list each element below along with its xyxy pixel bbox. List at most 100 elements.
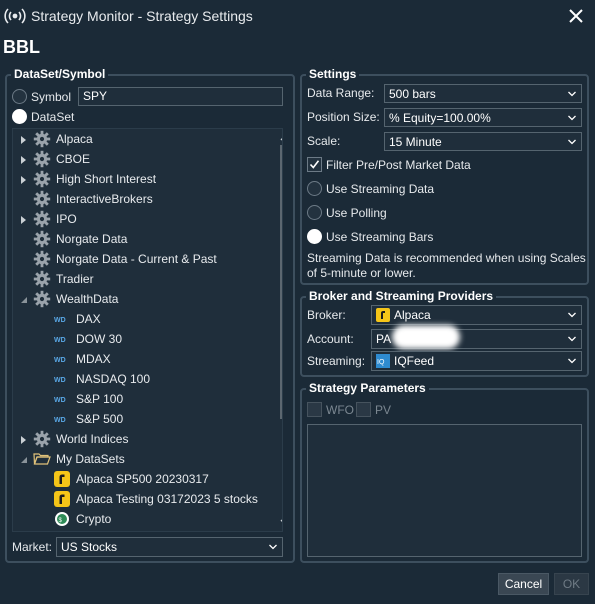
tree-item[interactable]: WD MDAX bbox=[13, 349, 265, 369]
use-streaming-data-radio[interactable] bbox=[307, 181, 322, 196]
svg-text:IQ: IQ bbox=[377, 359, 385, 366]
chevron-down-icon bbox=[568, 139, 576, 145]
streaming-note-line1: Streaming Data is recommended when using… bbox=[307, 251, 586, 265]
close-button[interactable] bbox=[562, 2, 590, 30]
tree-item-label: WealthData bbox=[56, 292, 119, 306]
market-select[interactable]: US Stocks bbox=[56, 537, 283, 557]
tree-item-label: World Indices bbox=[56, 432, 129, 446]
dataset-tree[interactable]: Alpaca CBOE High Short Interest Interactive… bbox=[12, 128, 283, 532]
chevron-down-icon bbox=[269, 544, 277, 550]
tree-item-label: Tradier bbox=[56, 272, 94, 286]
pv-checkbox[interactable] bbox=[356, 402, 371, 417]
tree-item[interactable]: High Short Interest bbox=[13, 169, 265, 189]
position-size-select[interactable]: % Equity=100.00% bbox=[384, 108, 582, 127]
iqfeed-icon: IQ bbox=[376, 354, 390, 368]
tree-item[interactable]: Alpaca SP500 20230317 bbox=[13, 469, 265, 489]
data-range-select[interactable]: 500 bars bbox=[384, 84, 582, 103]
market-value: US Stocks bbox=[61, 540, 118, 554]
tree-item-label: Crypto bbox=[76, 512, 112, 526]
account-value: PA bbox=[376, 332, 392, 346]
tree-item[interactable]: CBOE bbox=[13, 149, 265, 169]
market-label: Market: bbox=[12, 540, 53, 554]
gear-icon bbox=[33, 250, 51, 268]
chevron-down-icon bbox=[568, 336, 576, 342]
svg-text:WD: WD bbox=[54, 397, 66, 404]
tree-item[interactable]: World Indices bbox=[13, 429, 265, 449]
symbol-radio-label[interactable]: Symbol bbox=[31, 90, 71, 104]
symbol-radio[interactable] bbox=[12, 89, 27, 104]
tree-item[interactable]: Tradier bbox=[13, 269, 265, 289]
wealthdata-icon: WD bbox=[53, 330, 71, 348]
broker-value: Alpaca bbox=[394, 308, 431, 322]
streaming-provider-value: IQFeed bbox=[394, 354, 435, 368]
folder-open-icon bbox=[33, 450, 51, 468]
tree-item[interactable]: $ Crypto bbox=[13, 509, 265, 529]
gear-icon bbox=[33, 150, 51, 168]
streaming-provider-select[interactable]: IQ IQFeed bbox=[371, 351, 582, 371]
tree-item[interactable]: Norgate Data - Current & Past bbox=[13, 249, 265, 269]
ok-button[interactable]: OK bbox=[554, 573, 589, 595]
tree-item-label: Norgate Data bbox=[56, 232, 128, 246]
position-size-label: Position Size: bbox=[307, 110, 380, 124]
use-streaming-bars-label[interactable]: Use Streaming Bars bbox=[326, 230, 433, 244]
scroll-thumb[interactable] bbox=[280, 145, 282, 419]
tree-item-label: Alpaca SP500 20230317 bbox=[76, 472, 209, 486]
tree-item[interactable]: WealthData bbox=[13, 289, 265, 309]
tree-item[interactable]: IPO bbox=[13, 209, 265, 229]
tree-item[interactable]: Alpaca bbox=[13, 129, 265, 149]
filter-pre-post-checkbox[interactable] bbox=[307, 157, 322, 172]
expand-arrow-icon[interactable] bbox=[19, 214, 28, 224]
gear-icon bbox=[33, 290, 51, 308]
symbol-input[interactable]: SPY bbox=[78, 87, 283, 106]
tree-item[interactable]: WD S&P 500 bbox=[13, 409, 265, 429]
tree-item-label: S&P 500 bbox=[76, 412, 124, 426]
parameters-panel[interactable] bbox=[307, 424, 582, 557]
tree-item[interactable]: WD DOW 30 bbox=[13, 329, 265, 349]
wfo-checkbox[interactable] bbox=[307, 402, 322, 417]
tree-item-label: S&P 100 bbox=[76, 392, 124, 406]
dataset-radio-label[interactable]: DataSet bbox=[31, 110, 74, 124]
scroll-up-icon[interactable] bbox=[277, 131, 283, 145]
expand-arrow-icon[interactable] bbox=[19, 434, 28, 444]
broker-select[interactable]: Alpaca bbox=[371, 305, 582, 325]
strategy-parameters-group-title: Strategy Parameters bbox=[306, 381, 429, 395]
use-streaming-data-label[interactable]: Use Streaming Data bbox=[326, 182, 434, 196]
gear-icon bbox=[33, 230, 51, 248]
tree-item[interactable]: InteractiveBrokers bbox=[13, 189, 265, 209]
expanded-arrow-icon[interactable] bbox=[19, 454, 28, 464]
wealthdata-icon: WD bbox=[53, 410, 71, 428]
expanded-arrow-icon[interactable] bbox=[19, 294, 28, 304]
pv-label: PV bbox=[375, 403, 392, 417]
tree-item-label: Norgate Data - Current & Past bbox=[56, 252, 217, 266]
chevron-down-icon bbox=[568, 358, 576, 364]
tree-item[interactable]: My DataSets bbox=[13, 449, 265, 469]
tree-item[interactable]: WD S&P 100 bbox=[13, 389, 265, 409]
gear-icon bbox=[33, 270, 51, 288]
tree-scrollbar[interactable] bbox=[277, 129, 283, 531]
tree-item[interactable]: WD DAX bbox=[13, 309, 265, 329]
svg-text:WD: WD bbox=[54, 317, 66, 324]
broadcast-icon bbox=[4, 8, 26, 24]
scale-select[interactable]: 15 Minute bbox=[384, 132, 582, 151]
use-polling-radio[interactable] bbox=[307, 205, 322, 220]
filter-pre-post-label[interactable]: Filter Pre/Post Market Data bbox=[326, 158, 471, 172]
scroll-down-icon[interactable] bbox=[277, 515, 283, 529]
expand-arrow-icon[interactable] bbox=[19, 154, 28, 164]
expand-arrow-icon[interactable] bbox=[19, 174, 28, 184]
crypto-icon: $ bbox=[53, 510, 71, 528]
use-streaming-bars-radio[interactable] bbox=[307, 229, 322, 244]
use-polling-label[interactable]: Use Polling bbox=[326, 206, 387, 220]
cancel-button[interactable]: Cancel bbox=[498, 573, 549, 595]
tree-item[interactable]: Norgate Data bbox=[13, 229, 265, 249]
position-size-value: % Equity=100.00% bbox=[389, 111, 491, 125]
tree-item-label: NASDAQ 100 bbox=[76, 372, 151, 386]
tree-item[interactable]: Alpaca Testing 03172023 5 stocks bbox=[13, 489, 265, 509]
tree-item-label: MDAX bbox=[76, 352, 111, 366]
expand-arrow-icon[interactable] bbox=[19, 134, 28, 144]
wealthdata-icon: WD bbox=[53, 390, 71, 408]
tree-item-label: DAX bbox=[76, 312, 101, 326]
wealthdata-icon: WD bbox=[53, 310, 71, 328]
dataset-radio[interactable] bbox=[12, 109, 27, 124]
scale-label: Scale: bbox=[307, 134, 341, 148]
tree-item[interactable]: WD NASDAQ 100 bbox=[13, 369, 265, 389]
